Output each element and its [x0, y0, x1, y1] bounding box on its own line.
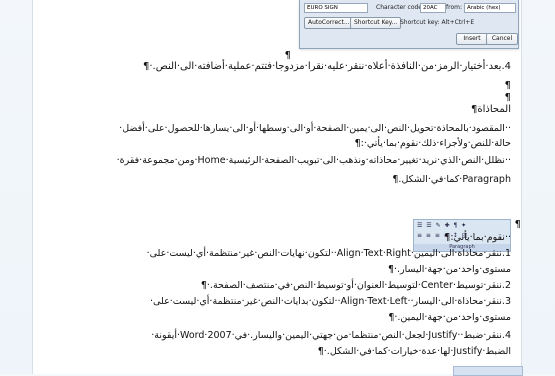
shortcut-key-button[interactable]: Shortcut Key...: [350, 17, 402, 29]
doc-line: ¶: [504, 92, 511, 103]
shortcut-key-text: Shortcut key: Alt+Ctrl+E: [400, 19, 475, 26]
doc-line: Paragraph·كما·في·الشكل.¶: [392, 174, 511, 185]
character-code-label: Character code:: [376, 4, 425, 11]
from-select[interactable]: Arabic (hex): [464, 3, 516, 13]
doc-line: ¶: [514, 219, 521, 230]
doc-line: الضبط·Justify·لها·عدة·خيارات·كما·في·الشك…: [317, 346, 511, 357]
doc-line: 2.ننقر·توسيط·Center·لتوسيط·العنوان·أو·تو…: [200, 280, 511, 291]
doc-line: مستوى·واحد·من·جهة·اليسار.·¶: [387, 264, 511, 275]
doc-line: ··المقصود·بالمحاذة·تحويل·النص·الى·يمين·ا…: [119, 123, 511, 134]
insert-button[interactable]: Insert: [456, 33, 488, 45]
symbol-dialog: EURO SIGN Character code: 20AC from: Ara…: [299, 0, 519, 49]
from-label: from:: [446, 4, 462, 11]
cancel-button[interactable]: Cancel: [486, 33, 518, 45]
document-page[interactable]: EURO SIGN Character code: 20AC from: Ara…: [32, 0, 523, 376]
autocorrect-button[interactable]: AutoCorrect...: [304, 17, 354, 29]
doc-line: 3.ننقر·محاذاة·الى·اليسار··Align·Text·Lef…: [150, 296, 511, 307]
doc-line: حالة·للنص·ولأجراء·ذلك·نقوم·بما·يأتي·:¶: [354, 138, 511, 149]
doc-line: 4.ننقر·ضبط··Justify·لجعل·النص·منتظما·من·…: [151, 330, 511, 341]
doc-line: 1.ننقر·محاذاة·الى·اليمين·Align·Text·Righ…: [146, 248, 511, 259]
doc-line: ¶: [284, 50, 291, 61]
character-code-field[interactable]: 20AC: [420, 3, 446, 13]
ribbon-row-icons: ☰ ☰ ✎ ✚ ¶ ✦: [417, 222, 468, 229]
doc-line: 4.بعد·أختيار·الرمز·من·النافذة·أعلاه·ننقر…: [143, 61, 511, 72]
doc-line: ··نقوم·بما·يأتي:¶: [444, 232, 511, 243]
doc-line: ··نظلل·النص·الذي·نريد·تغيير·محاذاته·ونذه…: [116, 155, 511, 166]
section-heading: المحاذاة¶: [471, 104, 511, 115]
doc-line: ¶: [504, 80, 511, 91]
doc-line: مستوى·واحد·من·جهة·اليمين.·¶: [388, 312, 511, 323]
font-name-field[interactable]: EURO SIGN: [304, 3, 368, 13]
figure-thumbnail: [453, 366, 523, 376]
